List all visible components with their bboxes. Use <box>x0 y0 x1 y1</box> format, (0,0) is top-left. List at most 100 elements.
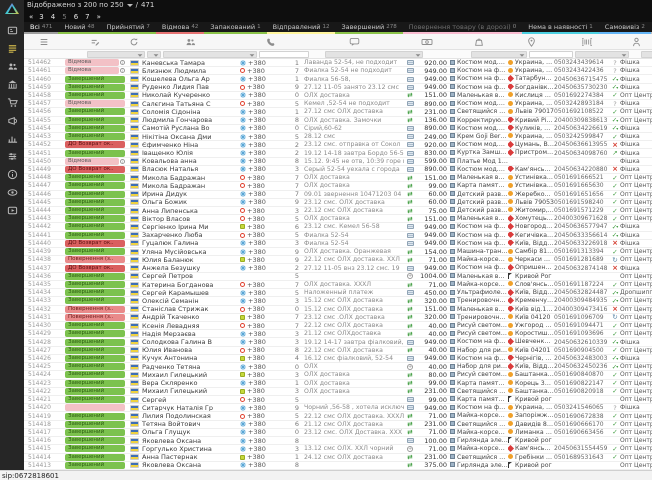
tracking-number[interactable]: 0503242893184 <box>554 100 610 107</box>
order-comment[interactable]: 23.12 смс .ОЛХ доставка <box>304 314 404 321</box>
status-badge[interactable]: ДО Возврат ок.. <box>65 265 125 272</box>
tab-3[interactable]: Відмова 42 <box>156 22 204 34</box>
page-5-button[interactable]: 5 <box>62 13 66 21</box>
customer-name[interactable]: Николай Кучеренко <box>142 92 238 99</box>
status-badge[interactable]: Відмова <box>65 67 119 74</box>
customer-name[interactable]: Власюк Наталья <box>142 166 238 173</box>
table-row[interactable]: 514460 Завершений Кошелева Ольга Ар +380… <box>24 75 652 83</box>
customer-name[interactable]: Юлия Баланюк <box>142 256 238 263</box>
table-row[interactable]: 514436 Завершений Сергей Петров 5 + 1004… <box>24 273 652 281</box>
product-name[interactable]: Детский развивающий констру <box>450 191 508 198</box>
product-name[interactable]: Гирлянда электрическая (100 л <box>450 437 508 444</box>
table-row[interactable]: 514417 Завершений Ольга Глущук +380 0 23… <box>24 429 652 437</box>
customer-phone[interactable]: +380 <box>238 297 290 304</box>
customer-phone[interactable]: +380 <box>238 289 290 296</box>
customer-name[interactable]: Анна Липенська <box>142 207 238 214</box>
tracking-number[interactable]: 0503243439614 <box>554 59 610 66</box>
customer-name[interactable]: Яковлева Оксана <box>142 462 238 469</box>
tab-2[interactable]: Прийнятий 7 <box>101 22 156 34</box>
table-row[interactable]: 514424 Завершений Михаил Гилецький +380 … <box>24 371 652 379</box>
tracking-number[interactable]: 20450635730230 <box>554 84 610 91</box>
table-row[interactable]: 514413 Завершений Яковлева Оксана +380 8… <box>24 462 652 470</box>
delivery-location[interactable]: Кегичівка, Відді <box>508 232 554 239</box>
status-badge[interactable]: Відмова <box>65 100 125 107</box>
delivery-location[interactable]: Львів 79017 <box>508 108 554 115</box>
customer-phone[interactable]: +380 <box>238 355 290 362</box>
product-name[interactable]: Майка-корсет Waist Trainer *142 <box>450 445 508 452</box>
customer-phone[interactable]: +380 <box>238 281 290 288</box>
product-name[interactable]: Костюм мод.233 разм.48-58 (1 <box>450 141 508 148</box>
sidebar-item-dashboard[interactable] <box>0 21 24 39</box>
customer-name[interactable]: Микола Бадражан <box>142 182 238 189</box>
status-badge[interactable]: Завершений <box>65 289 125 296</box>
customer-phone[interactable]: +380 <box>238 141 290 148</box>
sidebar-item-stats[interactable] <box>0 129 24 147</box>
tracking-number[interactable]: 0501690904500 <box>554 347 610 354</box>
table-row[interactable]: 514422 Завершений Михаил Гилецький +380 … <box>24 388 652 396</box>
product-name[interactable]: Костюм мод.233 разм.48-58 (1 <box>450 59 508 66</box>
tab-8[interactable]: Нема в наявності 1 <box>522 22 599 34</box>
delivery-location[interactable]: Опришени, Пун <box>508 264 554 271</box>
delivery-location[interactable]: Кривой рог <box>508 437 554 444</box>
customer-name[interactable]: Сергіенко Ірина Ми <box>142 223 238 230</box>
customer-phone[interactable]: +380 <box>238 223 290 230</box>
tracking-number[interactable]: 20450631554459 <box>554 445 610 452</box>
customer-name[interactable]: Ковальова анна <box>142 158 238 165</box>
delivery-location[interactable]: Київ, Відділенн <box>508 363 554 370</box>
customer-name[interactable]: Микола Бадражан <box>142 174 238 181</box>
table-row[interactable]: 514448 Завершений Микола Бадражан +380 7… <box>24 174 652 182</box>
customer-phone[interactable]: +380 <box>238 215 290 222</box>
order-comment[interactable]: Кемел ,52-54 не подходит <box>304 100 404 107</box>
table-row[interactable]: 514458 Завершений Николай Кучеренко +380… <box>24 92 652 100</box>
tracking-number[interactable]: 0501691313394 <box>554 248 610 255</box>
tracking-number[interactable]: 20450632610339 <box>554 338 610 345</box>
customer-name[interactable]: Станіслав Стрижак <box>142 306 238 313</box>
sidebar-item-info[interactable] <box>0 165 24 183</box>
product-name[interactable]: Костюм мод.265 (1шт. х 890.00 <box>450 125 508 132</box>
delivery-location[interactable]: Кривой Рог <box>508 273 554 280</box>
customer-name[interactable]: Нікітіна Оксана Дми <box>142 133 238 140</box>
status-badge[interactable]: Повернення (з.. <box>65 306 125 313</box>
filter-comment[interactable] <box>325 51 423 58</box>
order-comment[interactable]: 15.12. 9:45 не отв, 10:39 горе в <box>304 158 404 165</box>
order-comment[interactable]: Фиалка 56-58, <box>304 75 404 82</box>
sidebar-item-settings[interactable] <box>0 147 24 165</box>
product-name[interactable]: Карта памяти 10 класс - 32Гб *1 <box>450 380 508 387</box>
delivery-location[interactable]: Пристроми, Пу <box>508 149 554 156</box>
filter-status[interactable] <box>87 51 145 58</box>
product-name[interactable]: Костюм на флисе Мод.1014 (1ш <box>450 338 508 345</box>
product-name[interactable]: Маленькая видеокамера SQ8 * <box>450 306 508 313</box>
table-row[interactable]: 514449 ДО Возврат ок.. Власюк Наталья +3… <box>24 166 652 174</box>
status-badge[interactable]: Завершений <box>65 363 125 370</box>
status-badge[interactable]: Завершений <box>65 215 125 222</box>
product-name[interactable]: Детский развивающий констру <box>450 199 508 206</box>
customer-name[interactable]: Андрій Ткаченко <box>142 314 238 321</box>
tracking-number[interactable] <box>554 273 610 280</box>
status-badge[interactable]: Завершений <box>65 339 125 346</box>
customer-name[interactable]: Руденко Лидия Пав <box>142 84 238 91</box>
delivery-location[interactable]: Украина, м. Тро <box>508 100 554 107</box>
delivery-location[interactable]: Давидів 81151 <box>508 421 554 428</box>
status-badge[interactable]: Повернення (з.. <box>65 314 125 321</box>
order-comment[interactable]: Фиалка 52-54 <box>304 232 404 239</box>
status-badge[interactable]: Завершений <box>65 421 125 428</box>
table-row[interactable]: 514437 ДО Возврат ок.. Анжела Безушку +3… <box>24 264 652 272</box>
delivery-location[interactable]: Баштанка 56101 <box>508 388 554 395</box>
customer-phone[interactable]: +380 <box>238 207 290 214</box>
customer-name[interactable]: Захарченко Люба <box>142 232 238 239</box>
product-name[interactable]: Рисуй светом (1шт. х 40.00 = 40 <box>450 322 508 329</box>
customer-phone[interactable] <box>238 273 290 280</box>
tracking-number[interactable]: 20450634098760 <box>554 149 610 156</box>
table-row[interactable]: 514421 Завершений Сергей +380 5 99.00 Ка… <box>24 396 652 404</box>
delivery-location[interactable]: Баштанка 56101 <box>508 371 554 378</box>
customer-phone[interactable]: +380 <box>238 191 290 198</box>
table-row[interactable]: 514440 ДО Возврат ок.. Гуцалюк Галина +3… <box>24 240 652 248</box>
customer-phone[interactable]: +380 <box>238 322 290 329</box>
customer-name[interactable]: Віктор Власов <box>142 215 238 222</box>
tracking-number[interactable]: 0503241546065 <box>554 404 610 411</box>
customer-name[interactable]: Радченко Тетяна <box>142 363 238 370</box>
sidebar-item-monitor[interactable] <box>0 183 24 201</box>
displayed-range[interactable]: Відображено з 200 по 250 / 471 <box>27 1 154 9</box>
tracking-number[interactable]: 0501691281689 <box>554 256 610 263</box>
tracking-number[interactable]: 0501691651656 <box>554 191 610 198</box>
